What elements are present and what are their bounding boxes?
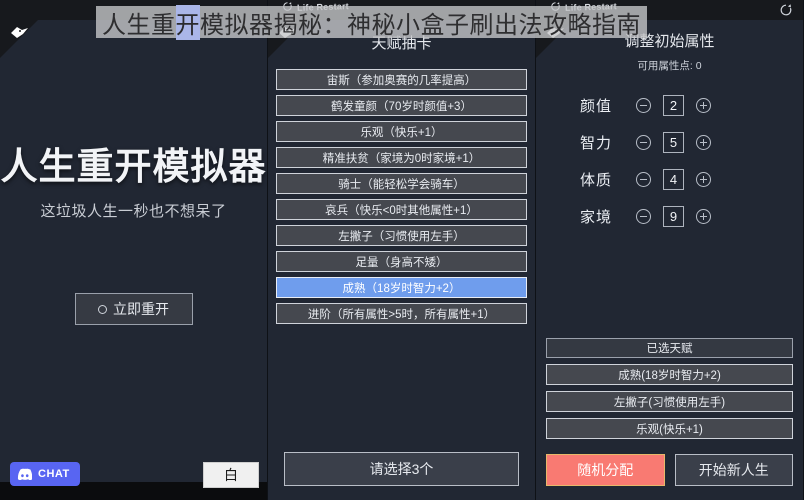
minus-icon[interactable] bbox=[636, 98, 651, 113]
talent-card[interactable]: 宙斯（参加奥赛的几率提高） bbox=[276, 69, 527, 90]
left-content: 人生重开模拟器 这垃圾人生一秒也不想呆了 立即重开 bbox=[0, 0, 267, 500]
selected-talent-item[interactable]: 成熟(18岁时智力+2) bbox=[546, 364, 793, 385]
attribute-label: 颜值 bbox=[580, 98, 613, 115]
available-points-label: 可用属性点: 0 bbox=[637, 60, 702, 72]
choose-three-button[interactable]: 请选择3个 bbox=[284, 452, 519, 486]
right-action-buttons: 随机分配 开始新人生 bbox=[546, 454, 793, 486]
attribute-value: 4 bbox=[663, 169, 684, 190]
left-panel: 人生重开模拟器 这垃圾人生一秒也不想呆了 立即重开 CHAT 白 bbox=[0, 0, 268, 500]
talent-card[interactable]: 进阶（所有属性>5时，所有属性+1） bbox=[276, 303, 527, 324]
article-title-selected: 开 bbox=[175, 4, 200, 40]
attribute-label: 家境 bbox=[580, 209, 613, 226]
attribute-value: 5 bbox=[663, 132, 684, 153]
article-title-after: 模拟器揭秘：神秘小盒子刷出法攻略指南 bbox=[200, 11, 641, 39]
talent-card[interactable]: 精准扶贫（家境为0时家境+1） bbox=[276, 147, 527, 168]
right-panel: Life Restart 调整初始属性 可用属性点: 0 颜值 2 智力 5 bbox=[536, 0, 804, 500]
attribute-label: 体质 bbox=[580, 172, 613, 189]
selected-talents-header: 已选天赋 bbox=[546, 338, 793, 358]
plus-icon[interactable] bbox=[696, 135, 711, 150]
discord-icon bbox=[17, 468, 32, 480]
app-root: 人生重开模拟器 这垃圾人生一秒也不想呆了 立即重开 CHAT 白 Life Re… bbox=[0, 0, 804, 500]
game-title: 人生重开模拟器 bbox=[0, 146, 267, 187]
talent-card[interactable]: 骑士（能轻松学会骑车） bbox=[276, 173, 527, 194]
article-title-before: 人生重 bbox=[102, 11, 176, 39]
minus-icon[interactable] bbox=[636, 135, 651, 150]
attribute-row-charm: 颜值 2 bbox=[580, 95, 803, 116]
talent-card[interactable]: 乐观（快乐+1） bbox=[276, 121, 527, 142]
middle-panel: Life Restart 天赋抽卡 宙斯（参加奥赛的几率提高） 鹤发童颜（70岁… bbox=[268, 0, 536, 500]
attribute-value: 9 bbox=[663, 206, 684, 227]
start-new-life-button[interactable]: 开始新人生 bbox=[674, 454, 793, 486]
discord-chat-button[interactable]: CHAT bbox=[10, 462, 80, 486]
talent-card-list: 宙斯（参加奥赛的几率提高） 鹤发童颜（70岁时颜值+3） 乐观（快乐+1） 精准… bbox=[276, 69, 527, 324]
game-subtitle: 这垃圾人生一秒也不想呆了 bbox=[40, 203, 227, 220]
talent-card[interactable]: 左撇子（习惯使用左手） bbox=[276, 225, 527, 246]
attribute-list: 颜值 2 智力 5 体质 4 家境 9 bbox=[536, 95, 803, 227]
attribute-row-constitution: 体质 4 bbox=[580, 169, 803, 190]
plus-icon[interactable] bbox=[696, 209, 711, 224]
plus-icon[interactable] bbox=[696, 172, 711, 187]
minus-icon[interactable] bbox=[636, 172, 651, 187]
minus-icon[interactable] bbox=[636, 209, 651, 224]
attribute-row-intelligence: 智力 5 bbox=[580, 132, 803, 153]
random-allocate-button[interactable]: 随机分配 bbox=[546, 454, 665, 486]
restart-now-button[interactable]: 立即重开 bbox=[74, 293, 193, 325]
discord-chat-label: CHAT bbox=[38, 468, 70, 480]
restart-now-label: 立即重开 bbox=[113, 301, 169, 317]
selected-talents-list: 已选天赋 成熟(18岁时智力+2) 左撇子(习惯使用左手) 乐观(快乐+1) bbox=[546, 338, 793, 439]
talent-card[interactable]: 鹤发童颜（70岁时颜值+3） bbox=[276, 95, 527, 116]
plus-icon[interactable] bbox=[696, 98, 711, 113]
attribute-value: 2 bbox=[663, 95, 684, 116]
white-ime-button[interactable]: 白 bbox=[203, 462, 259, 488]
talent-card[interactable]: 哀兵（快乐<0时其他属性+1） bbox=[276, 199, 527, 220]
page-refresh-icon[interactable] bbox=[779, 3, 793, 17]
article-title-overlay: 人生重开模拟器揭秘：神秘小盒子刷出法攻略指南 bbox=[96, 4, 647, 40]
attribute-label: 智力 bbox=[580, 135, 613, 152]
selected-talent-item[interactable]: 乐观(快乐+1) bbox=[546, 418, 793, 439]
selected-talent-item[interactable]: 左撇子(习惯使用左手) bbox=[546, 391, 793, 412]
talent-card[interactable]: 足量（身高不矮） bbox=[276, 251, 527, 272]
bird-logo-icon bbox=[11, 27, 28, 38]
talent-card-selected[interactable]: 成熟（18岁时智力+2） bbox=[276, 277, 527, 298]
attribute-row-family: 家境 9 bbox=[580, 206, 803, 227]
circle-icon bbox=[98, 304, 107, 314]
